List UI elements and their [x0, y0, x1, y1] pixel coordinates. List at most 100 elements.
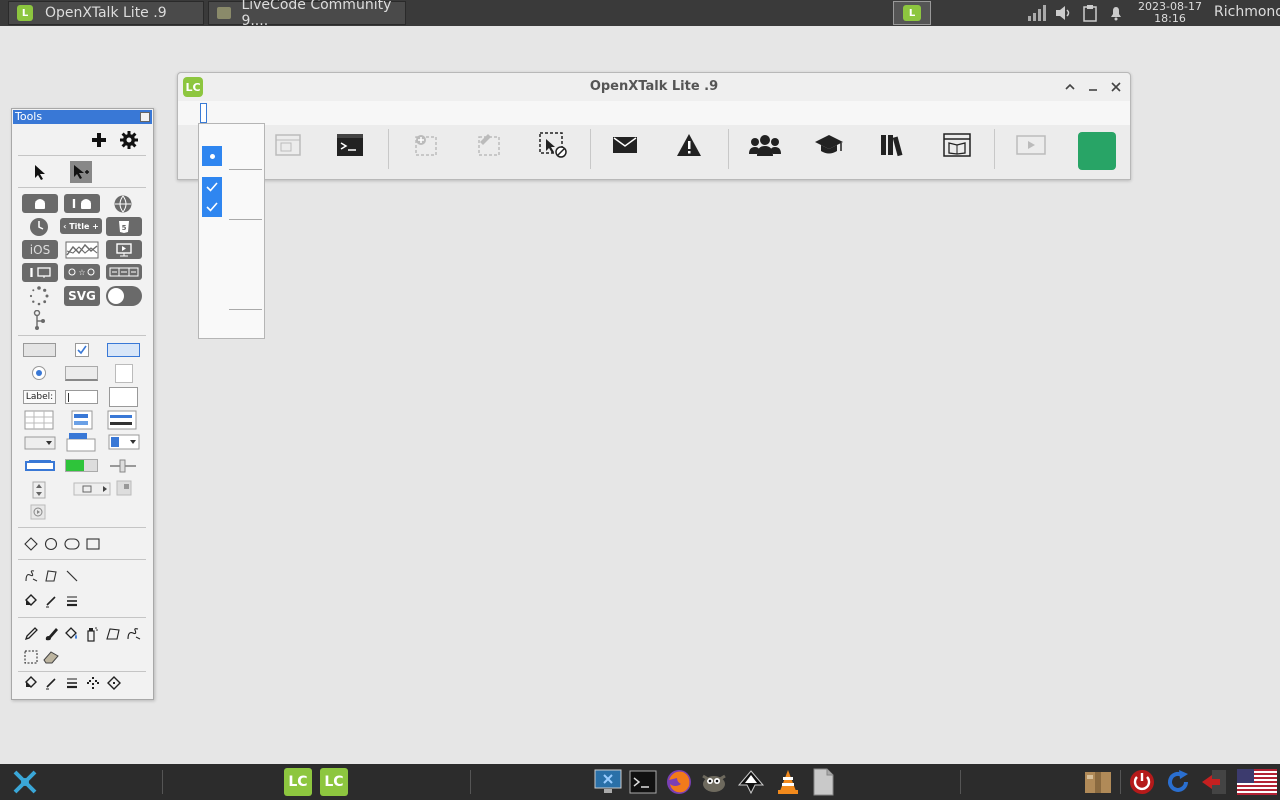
progress-scrollbar-tool-icon[interactable] — [25, 458, 55, 474]
rounded-rectangle-shape-icon[interactable] — [63, 536, 81, 552]
tree-view-widget-icon[interactable] — [30, 309, 48, 331]
spinner-widget-icon[interactable] — [28, 286, 50, 306]
document-icon[interactable] — [808, 768, 838, 796]
marquee-select-icon[interactable] — [22, 648, 40, 666]
minimize-icon[interactable] — [1085, 79, 1101, 95]
line-tool-icon[interactable] — [64, 568, 80, 584]
label-field-tool-icon[interactable]: Label: — [23, 390, 56, 404]
dictionary-books-icon[interactable] — [872, 129, 912, 161]
volume-icon[interactable] — [1053, 3, 1073, 23]
palette-close-icon[interactable] — [140, 112, 150, 122]
logout-icon[interactable] — [1199, 768, 1229, 796]
menubar[interactable] — [178, 101, 1130, 125]
spray-can-icon[interactable] — [82, 625, 100, 643]
keyboard-layout-us-flag-icon[interactable] — [1236, 768, 1278, 796]
pencil-icon[interactable] — [22, 625, 40, 643]
show-desktop-icon[interactable] — [593, 768, 623, 796]
oval-shape-icon[interactable] — [43, 536, 59, 552]
clipboard-icon[interactable] — [1080, 3, 1100, 23]
rectangle-shape-icon[interactable] — [85, 536, 101, 552]
switch-widget-icon[interactable] — [106, 286, 142, 306]
pencil-small-icon[interactable] — [43, 593, 59, 609]
default-button-tool-icon[interactable] — [107, 343, 140, 357]
text-field-tool-icon[interactable] — [65, 390, 98, 404]
polygon-paint-icon[interactable] — [104, 625, 122, 643]
checkbox-tool-icon[interactable] — [75, 343, 89, 357]
scrollbar-tool-icon[interactable] — [30, 504, 46, 520]
fill-bucket-small-icon[interactable] — [23, 593, 39, 609]
close-icon[interactable] — [1108, 79, 1124, 95]
power-icon[interactable] — [1127, 768, 1157, 796]
radio-button-tool-icon[interactable] — [32, 366, 46, 380]
browse-tool-arrow-icon[interactable] — [30, 161, 50, 183]
menu-radio-selected[interactable] — [202, 146, 222, 166]
inspector-icon[interactable] — [268, 129, 308, 161]
data-grid-form-tool-icon[interactable] — [107, 410, 137, 430]
group-icon[interactable] — [406, 129, 446, 161]
browser-globe-icon[interactable] — [112, 194, 134, 213]
archive-manager-icon[interactable] — [1083, 768, 1113, 796]
notification-bell-icon[interactable] — [1106, 3, 1126, 23]
menu-check-item[interactable] — [202, 177, 222, 197]
eraser-icon[interactable] — [42, 648, 60, 666]
line-width-icon[interactable] — [63, 674, 81, 692]
chevron-up-icon[interactable] — [1062, 79, 1078, 95]
openxtalk-app-icon[interactable]: LC — [319, 768, 349, 796]
taskbar-item-openxtalk[interactable]: L OpenXTalk Lite .9 — [8, 1, 204, 25]
slider-tool-icon[interactable] — [108, 458, 138, 474]
fill-bucket-small-icon[interactable] — [22, 674, 40, 692]
refresh-icon[interactable] — [1163, 768, 1193, 796]
menu-check-item[interactable] — [202, 197, 222, 217]
username[interactable]: Richmond — [1214, 4, 1280, 20]
line-graph-widget-icon[interactable] — [64, 240, 100, 259]
scrolling-field-tool-icon[interactable] — [115, 364, 133, 383]
network-signal-icon[interactable] — [1026, 3, 1048, 23]
ios-player-widget-icon[interactable] — [106, 240, 142, 259]
data-grid-tool-icon[interactable] — [71, 410, 93, 430]
android-button-widget-icon[interactable] — [22, 194, 58, 213]
polygon-tool-icon[interactable] — [43, 568, 59, 584]
vlc-icon[interactable] — [773, 768, 803, 796]
gimp-icon[interactable] — [699, 768, 729, 796]
svg-icon-widget-icon[interactable]: SVG — [64, 286, 100, 306]
errors-warning-icon[interactable] — [669, 129, 709, 161]
html5-widget-icon[interactable]: 5 — [106, 217, 142, 236]
paint-bucket-icon[interactable] — [62, 625, 80, 643]
ios-field-widget-icon[interactable]: I — [22, 263, 58, 282]
tab-panel-tool-icon[interactable] — [66, 432, 96, 452]
pattern-diamond-icon[interactable] — [105, 674, 123, 692]
player-tool-icon[interactable] — [73, 482, 111, 496]
community-users-icon[interactable] — [745, 129, 785, 161]
header-bar-widget-icon[interactable]: ‹ Title + — [60, 218, 102, 234]
green-status-button[interactable] — [1078, 132, 1116, 170]
gear-icon[interactable] — [120, 131, 138, 149]
brush-shape-icon[interactable] — [84, 674, 102, 692]
line-width-icon[interactable] — [64, 593, 80, 609]
little-arrows-tool-icon[interactable] — [32, 481, 46, 499]
livecode-app-icon[interactable]: LC — [283, 768, 313, 796]
option-menu-tool-icon[interactable] — [23, 435, 56, 450]
edit-group-icon[interactable] — [469, 129, 509, 161]
inkscape-icon[interactable] — [736, 768, 766, 796]
navigation-bar-widget-icon[interactable]: ☆ — [64, 264, 100, 280]
scrolling-list-tool-icon[interactable] — [109, 387, 138, 407]
curve-paint-icon[interactable] — [125, 625, 143, 643]
messages-icon[interactable] — [605, 129, 645, 161]
terminal-icon[interactable] — [628, 768, 658, 796]
android-field-widget-icon[interactable]: I — [64, 194, 100, 213]
taskbar-item-livecode[interactable]: LiveCode Community 9.... — [208, 0, 406, 29]
rectangle-button-tool-icon[interactable] — [65, 366, 98, 381]
tutorials-graduation-cap-icon[interactable] — [809, 129, 849, 161]
diamond-shape-icon[interactable] — [23, 536, 39, 552]
message-box-icon[interactable] — [330, 129, 370, 161]
window-titlebar[interactable]: LC OpenXTalk Lite .9 — [178, 73, 1130, 101]
segmented-control-widget-icon[interactable] — [106, 264, 142, 280]
test-run-icon[interactable] — [1011, 129, 1051, 161]
xfce-menu-icon[interactable] — [10, 768, 40, 796]
pointer-tool-icon[interactable] — [70, 161, 92, 183]
brush-icon[interactable] — [42, 625, 60, 643]
clock[interactable]: 2023-08-17 18:16 — [1132, 0, 1208, 26]
clock-widget-icon[interactable] — [28, 217, 50, 236]
select-grouped-icon[interactable] — [533, 129, 573, 161]
image-tool-icon[interactable] — [116, 480, 132, 496]
